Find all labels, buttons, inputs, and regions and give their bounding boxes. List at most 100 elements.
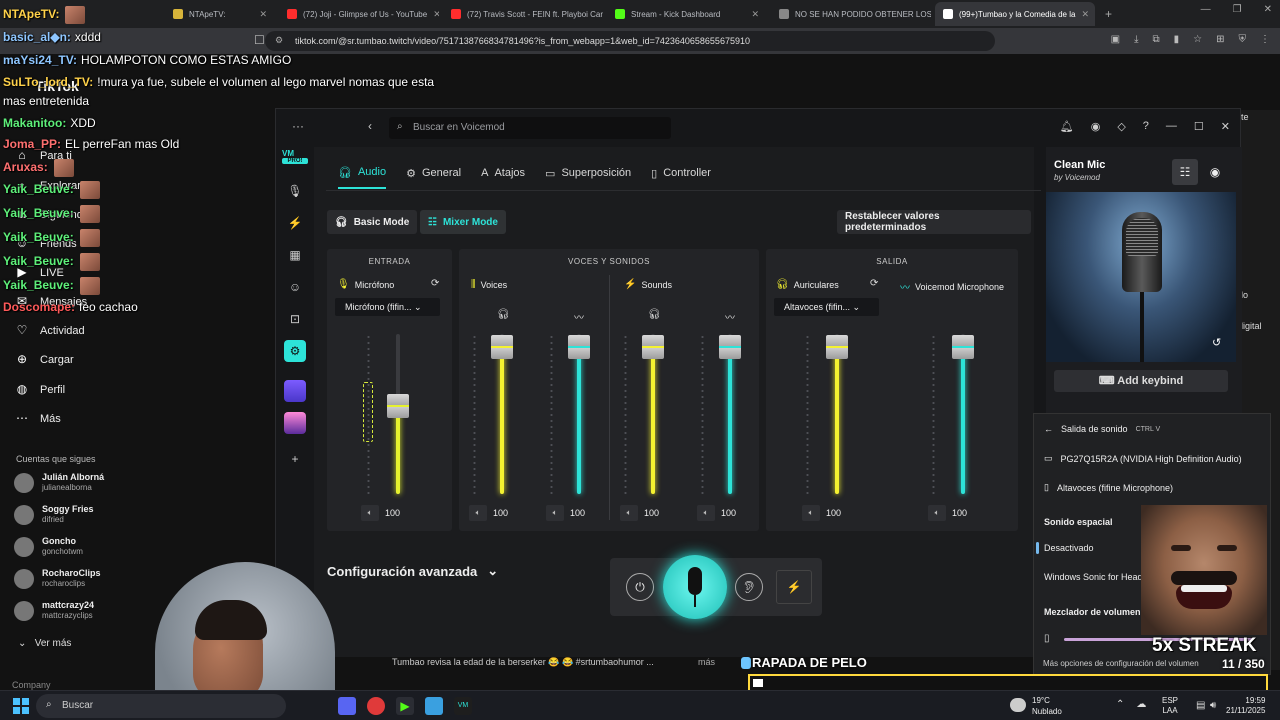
fader-knob[interactable]	[568, 335, 590, 359]
minimize-icon[interactable]: —	[1166, 120, 1177, 133]
speaker-icon[interactable]: 🔈︎	[928, 505, 946, 521]
settings-tab[interactable]: 🎧︎ Audio	[338, 157, 387, 189]
tiktok-nav-item[interactable]: ⋯ Más	[14, 411, 214, 427]
followed-account[interactable]: RocharoClips rocharoclips	[14, 568, 101, 589]
followed-account[interactable]: Soggy Fries difried	[14, 504, 94, 525]
extensions-icon[interactable]: ⧉	[1152, 34, 1159, 45]
speaker-icon[interactable]: 🔈︎	[697, 505, 715, 521]
collections-icon[interactable]: ⊞	[1216, 34, 1224, 45]
hear-myself-icon[interactable]: 👂︎	[735, 573, 763, 601]
network-icon[interactable]: ▤	[1196, 700, 1205, 711]
voices-output-fader[interactable]	[550, 334, 590, 494]
followed-account[interactable]: Julián Alborná julianealborna	[14, 472, 104, 493]
mixer-mode-button[interactable]: ☷ Mixer Mode	[420, 210, 506, 234]
sidebar-icon[interactable]: ▮	[1174, 34, 1180, 45]
app-tile-pink[interactable]	[284, 412, 306, 434]
bell-icon[interactable]: 🔔︎	[1060, 120, 1074, 133]
avatar-icon[interactable]: ☺	[284, 276, 306, 298]
maximize-icon[interactable]: ❐	[1233, 4, 1242, 15]
shield-icon[interactable]: ⛨	[1239, 34, 1247, 45]
fader-knob[interactable]	[642, 335, 664, 359]
fader-knob[interactable]	[826, 335, 848, 359]
minimize-icon[interactable]: —	[1201, 4, 1211, 15]
refresh-icon[interactable]: ⟳	[870, 278, 878, 289]
help-icon[interactable]: ?	[1143, 120, 1149, 133]
followed-account[interactable]: mattcrazy24 mattcrazyclips	[14, 600, 94, 621]
tiktok-nav-item[interactable]: ⊕ Cargar	[14, 352, 214, 368]
screenshot-icon[interactable]: ▣	[1111, 34, 1120, 45]
new-tab-button[interactable]: +	[1099, 7, 1118, 21]
bookmark-icon[interactable]: ☐	[254, 33, 265, 47]
settings-icon[interactable]: ⚙	[284, 340, 306, 362]
download-icon[interactable]: ⤓	[1134, 34, 1138, 45]
mic-toggle-button[interactable]	[663, 555, 727, 619]
volume-icon[interactable]: 🔊︎	[1210, 700, 1216, 711]
diamond-icon[interactable]: ◇	[1117, 120, 1125, 133]
voices-headphones-fader[interactable]	[473, 334, 513, 494]
add-keybind-button[interactable]: ⌨ Add keybind	[1054, 370, 1228, 392]
discord-app-icon[interactable]	[338, 697, 356, 715]
settings-tab[interactable]: ▭ Superposición	[545, 157, 631, 189]
fader-knob[interactable]	[719, 335, 741, 359]
onedrive-icon[interactable]: ☁	[1136, 699, 1146, 710]
output-device-option[interactable]: ▭ PG27Q15R2A (NVIDIA High Definition Aud…	[1044, 453, 1242, 464]
speaker-icon[interactable]: 🔈︎	[620, 505, 638, 521]
auriculares-fader[interactable]	[806, 334, 848, 494]
browser-tab[interactable]: Stream - Kick Dashboard ✕	[607, 2, 767, 26]
site-info-icon[interactable]: ⚙	[275, 35, 283, 46]
caption-more-link[interactable]: más	[698, 657, 715, 667]
speaker-icon[interactable]: 🔈︎	[361, 505, 379, 521]
clock[interactable]: 19:59 21/11/2025	[1226, 696, 1265, 716]
chevron-up-icon[interactable]: ⌃	[1116, 699, 1124, 710]
store-icon[interactable]: ⊡	[284, 308, 306, 330]
power-icon[interactable]: ⏻	[626, 573, 654, 601]
tab-close-icon[interactable]: ✕	[433, 9, 439, 20]
fader-knob[interactable]	[387, 394, 409, 418]
back-arrow-icon[interactable]: ←	[1044, 424, 1053, 434]
browser-app-icon[interactable]	[367, 697, 385, 715]
apps-icon[interactable]: ▦	[284, 244, 306, 266]
browser-tab[interactable]: (72) Joji - Glimpse of Us - YouTube ✕	[279, 2, 439, 26]
vm-microphone-fader[interactable]	[932, 334, 974, 494]
reset-defaults-button[interactable]: Restablecer valores predeterminados	[837, 210, 1031, 234]
settings-tab[interactable]: ▯ Controller	[651, 157, 711, 189]
sliders-icon[interactable]: ☷	[1172, 159, 1198, 185]
advanced-settings-toggle[interactable]: Configuración avanzada ⌄	[327, 563, 498, 579]
sounds-headphones-fader[interactable]	[624, 334, 664, 494]
reset-icon[interactable]: ↺	[1212, 336, 1221, 349]
voicemod-app-icon[interactable]: VM	[454, 697, 472, 715]
browser-tab[interactable]: (99+)Tumbao y la Comedia de la ✕	[935, 2, 1095, 26]
add-icon[interactable]: +	[284, 448, 306, 470]
refresh-icon[interactable]: ⟳	[431, 278, 439, 289]
weather-widget[interactable]: 19°C Nublado	[1010, 695, 1062, 717]
favorites-icon[interactable]: ☆	[1193, 34, 1202, 45]
tiktok-nav-item[interactable]: ◍ Perfil	[14, 382, 214, 398]
voicebox-icon[interactable]: 🎙︎	[284, 180, 306, 202]
noise-gate-marker[interactable]	[363, 382, 373, 442]
close-icon[interactable]: ✕	[1221, 120, 1230, 133]
output-device-dropdown[interactable]: Altavoces (fifin... ⌄	[774, 298, 879, 316]
app-tile-purple[interactable]	[284, 380, 306, 402]
more-volume-options-link[interactable]: Más opciones de configuración del volume…	[1043, 659, 1199, 668]
close-icon[interactable]: ✕	[1264, 4, 1272, 15]
record-icon[interactable]: ◉	[1202, 159, 1228, 185]
speaker-icon[interactable]: 🔈︎	[469, 505, 487, 521]
followed-account[interactable]: Goncho gonchotwm	[14, 536, 83, 557]
tiktok-nav-item[interactable]: ♡ Actividad	[14, 323, 214, 339]
settings-tab[interactable]: ⚙ General	[406, 157, 461, 189]
taskbar-search[interactable]: ⌕ Buscar	[36, 694, 286, 718]
sounds-output-fader[interactable]	[701, 334, 741, 494]
browser-tab[interactable]: NTApeTV: ✕	[165, 2, 275, 26]
soundboard-icon[interactable]: ⚡	[284, 212, 306, 234]
url-field[interactable]: ⚙ tiktok.com/@sr.tumbao.twitch/video/751…	[265, 31, 995, 51]
spatial-option-selected[interactable]: Desactivado	[1044, 543, 1094, 553]
maximize-icon[interactable]: ☐	[1194, 120, 1204, 133]
tab-close-icon[interactable]: ✕	[1081, 9, 1089, 20]
browser-tab[interactable]: (72) Travis Scott - FEIN ft. Playboi Car…	[443, 2, 603, 26]
fader-knob[interactable]	[491, 335, 513, 359]
more-menu-icon[interactable]: ···	[292, 119, 304, 133]
see-more-link[interactable]: ⌄ Ver más	[18, 638, 71, 649]
language-indicator[interactable]: ESP LAA	[1162, 696, 1178, 716]
kick-app-icon[interactable]: ▶	[396, 697, 414, 715]
input-device-dropdown[interactable]: Micrófono (fifin... ⌄	[335, 298, 440, 316]
